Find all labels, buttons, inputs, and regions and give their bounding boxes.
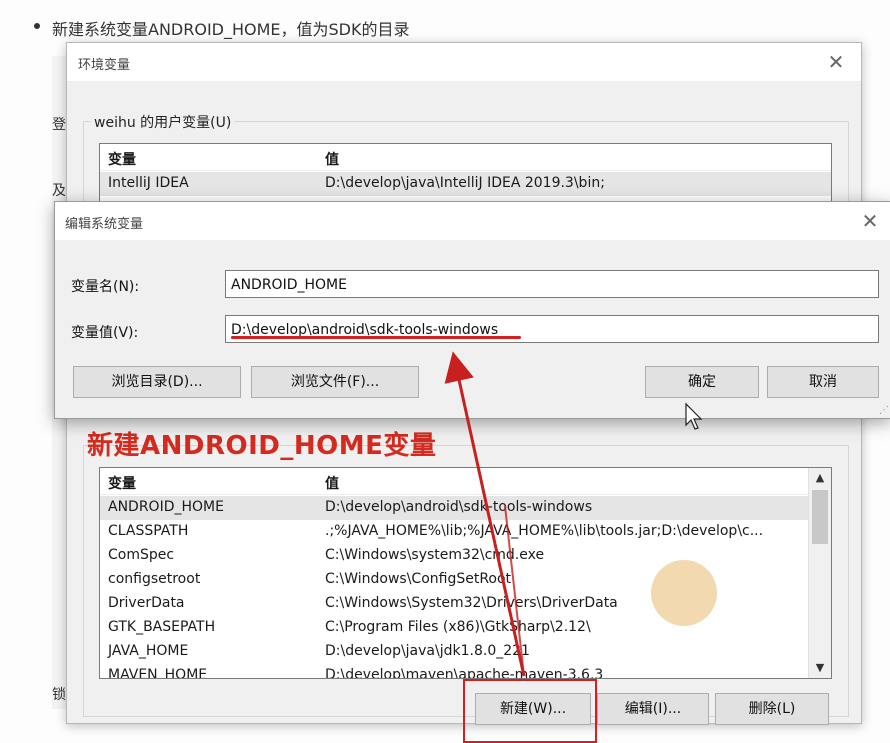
annotation-overlay [444,351,703,677]
annotation-arrow [444,351,526,677]
annotation-arrow-secondary [504,505,525,677]
mouse-cursor-icon [685,402,703,430]
